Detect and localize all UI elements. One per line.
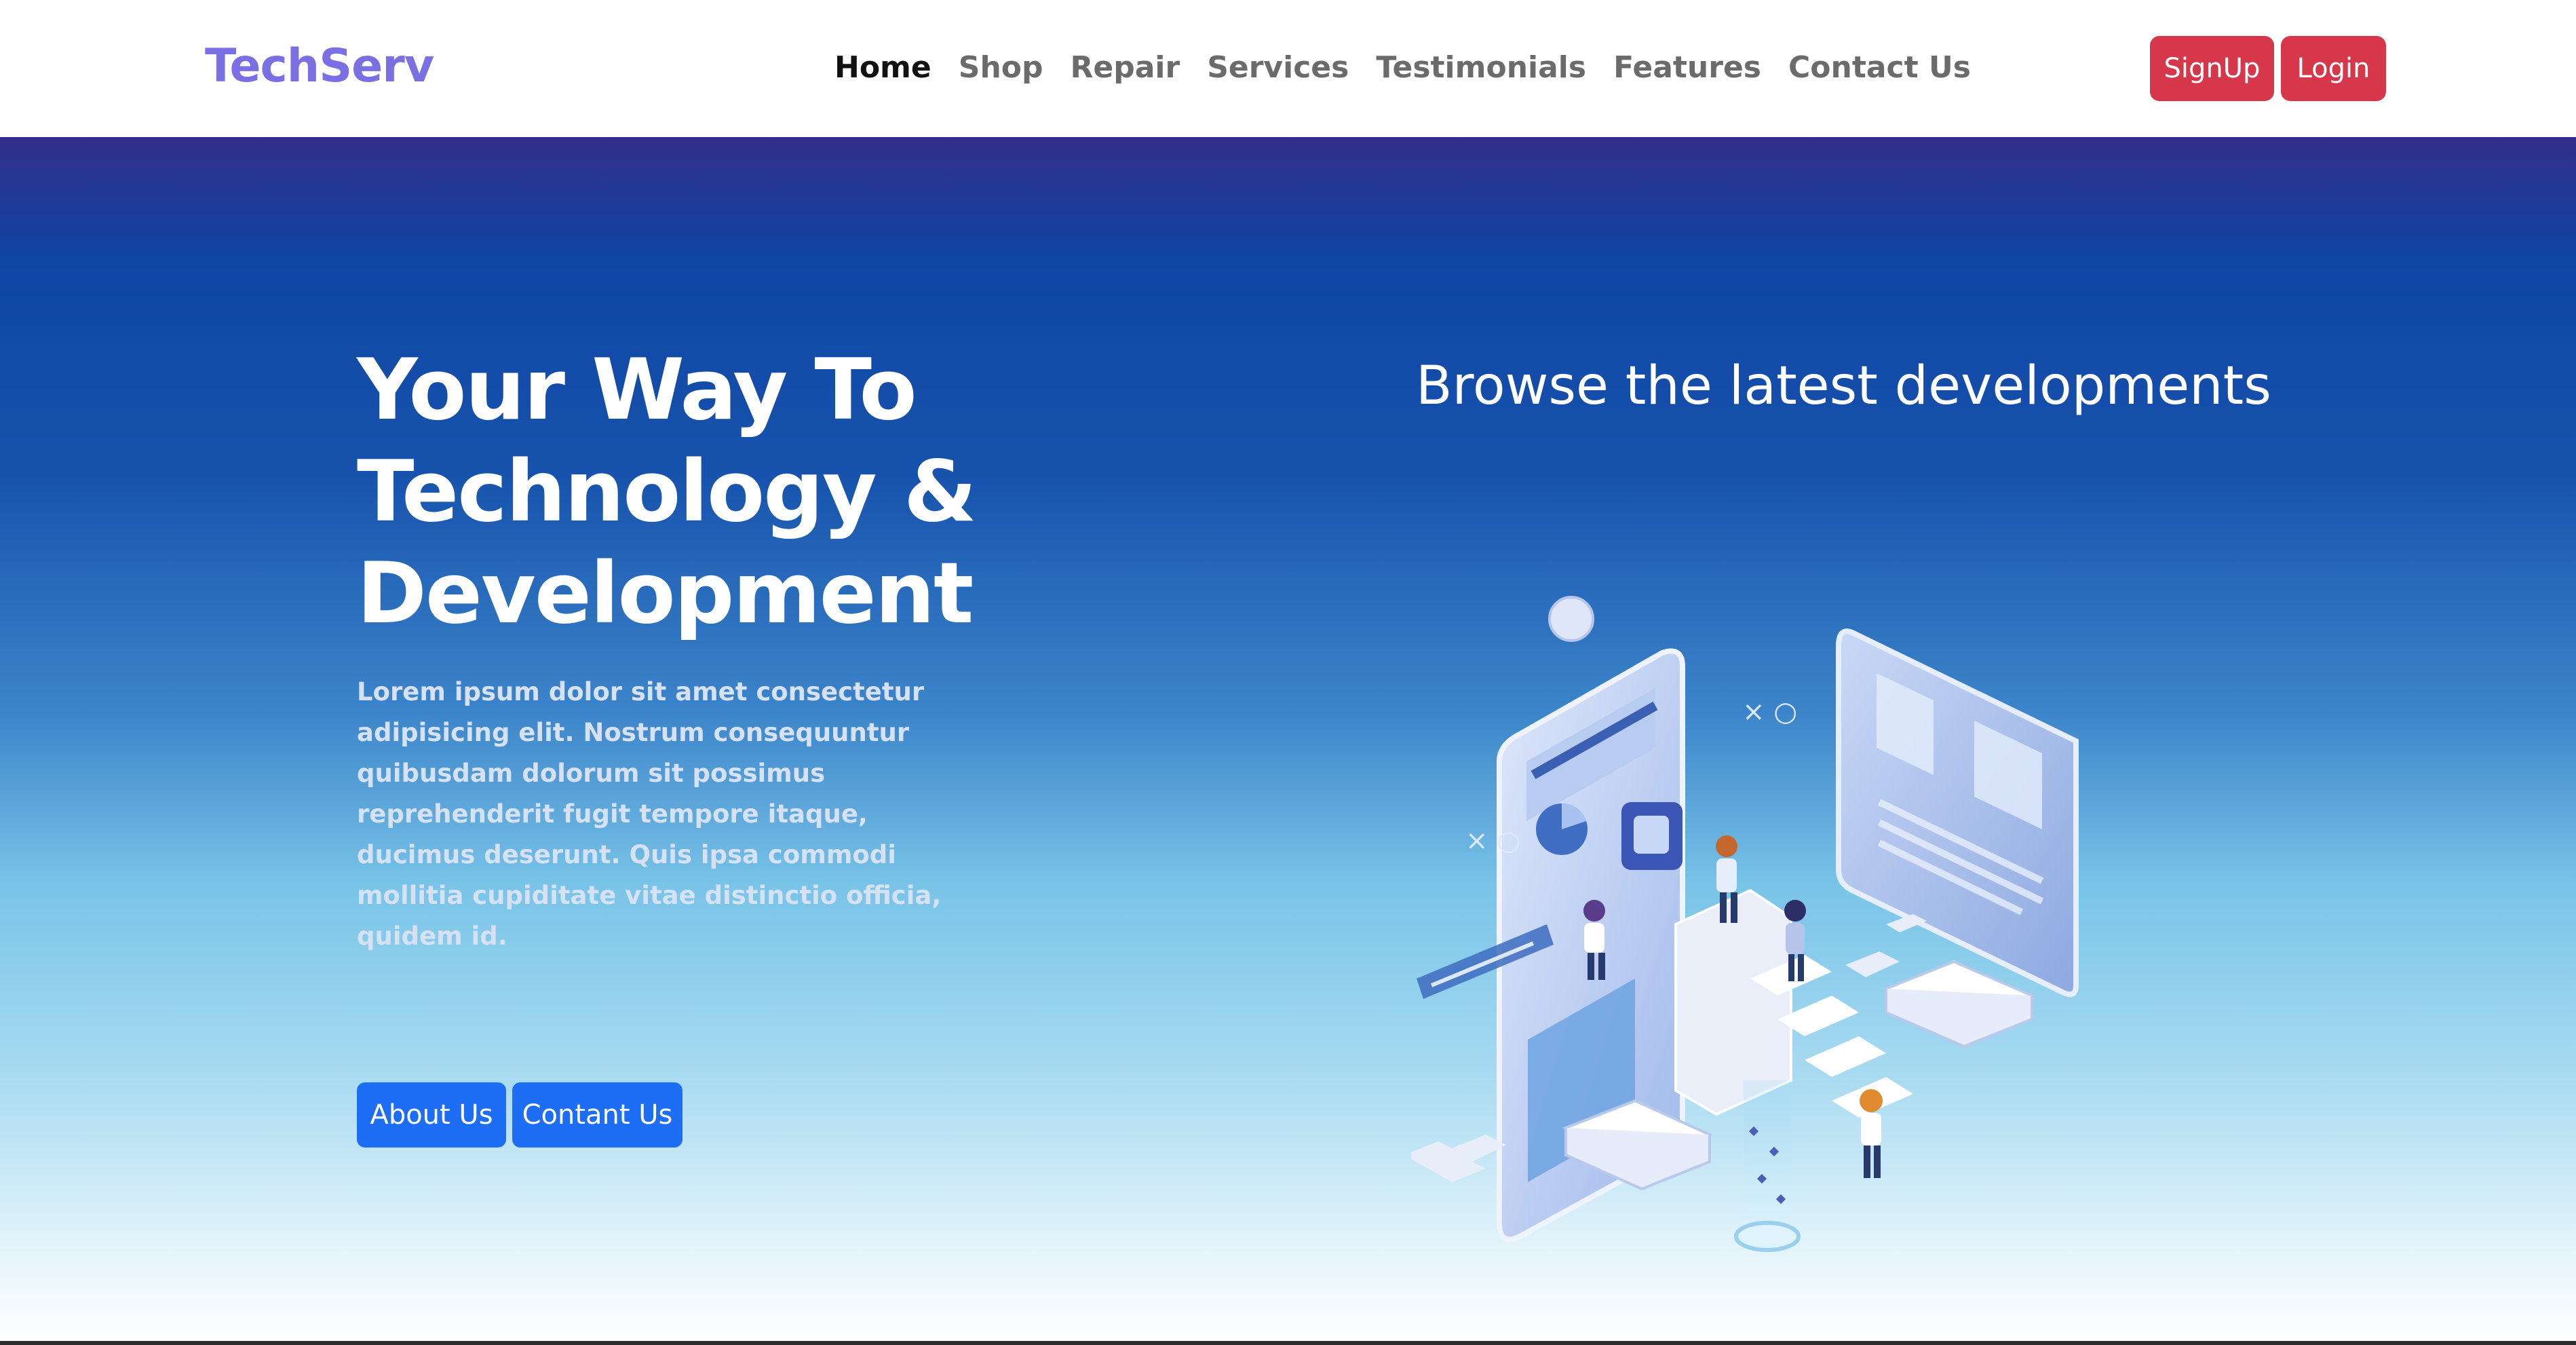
floating-panel bbox=[1836, 628, 2079, 998]
main-nav: Home Shop Repair Services Testimonials F… bbox=[834, 50, 1998, 85]
nav-link-services[interactable]: Services bbox=[1207, 50, 1349, 85]
auth-buttons: SignUp Login bbox=[2150, 36, 2386, 101]
brand-logo[interactable]: TechServ bbox=[205, 39, 434, 93]
hero-section: Your Way To Technology & Development Lor… bbox=[0, 137, 2576, 1345]
browse-heading: Browse the latest developments bbox=[1416, 356, 2271, 417]
nav-link-shop[interactable]: Shop bbox=[959, 50, 1043, 85]
nav-link-features[interactable]: Features bbox=[1613, 50, 1761, 85]
nav-link-home[interactable]: Home bbox=[834, 50, 931, 85]
contact-us-button[interactable]: Contant Us bbox=[512, 1082, 683, 1148]
navbar: TechServ Home Shop Repair Services Testi… bbox=[0, 0, 2576, 137]
svg-text:× ○: × ○ bbox=[1465, 825, 1520, 856]
svg-text:× ○: × ○ bbox=[1742, 696, 1797, 727]
signup-button[interactable]: SignUp bbox=[2150, 36, 2274, 101]
nav-link-contact[interactable]: Contact Us bbox=[1788, 50, 1971, 85]
page-bottom-border bbox=[0, 1341, 2576, 1345]
login-button[interactable]: Login bbox=[2281, 36, 2386, 101]
isometric-tech-illustration-icon: × ○ × ○ bbox=[1411, 596, 2079, 1252]
hero-buttons: About Us Contant Us bbox=[357, 1082, 683, 1148]
about-us-button[interactable]: About Us bbox=[357, 1082, 506, 1148]
hero-title: Your Way To Technology & Development bbox=[357, 341, 977, 643]
nav-link-repair[interactable]: Repair bbox=[1071, 50, 1180, 85]
nav-link-testimonials[interactable]: Testimonials bbox=[1376, 50, 1586, 85]
hero-description: Lorem ipsum dolor sit amet consectetur a… bbox=[357, 677, 942, 951]
